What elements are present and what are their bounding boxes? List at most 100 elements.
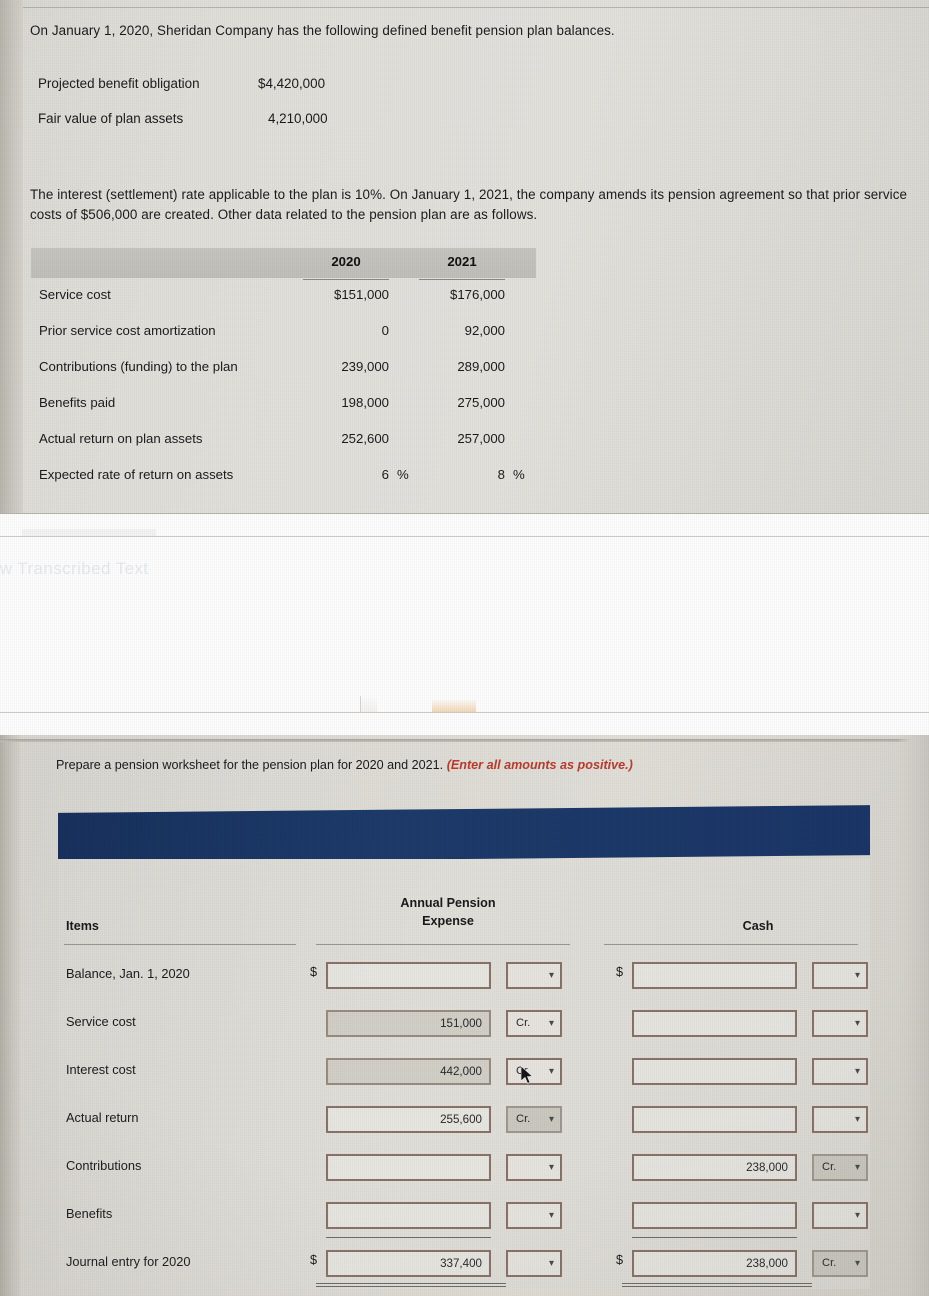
select-value: Cr. bbox=[516, 1113, 531, 1125]
row-value-2021: 92,000 bbox=[464, 323, 505, 338]
input-cash-benefits[interactable] bbox=[632, 1202, 797, 1229]
projected-benefit-obligation-value: $4,420,000 bbox=[258, 76, 326, 91]
row-label: Benefits bbox=[66, 1206, 113, 1221]
ghost-artifact-left bbox=[360, 696, 377, 713]
projected-benefit-obligation-label: Projected benefit obligation bbox=[38, 76, 200, 91]
chevron-down-icon: ▾ bbox=[854, 970, 860, 981]
mouse-cursor-icon bbox=[521, 1066, 534, 1084]
dollar-sign-ape: $ bbox=[310, 965, 318, 979]
row-label: Journal entry for 2020 bbox=[66, 1254, 191, 1269]
column-header-items: Items bbox=[66, 919, 99, 933]
chevron-down-icon: ▾ bbox=[854, 1114, 860, 1125]
input-cash-actual-return[interactable] bbox=[632, 1106, 797, 1133]
table-row: Contributions (funding) to the plan 239,… bbox=[31, 350, 536, 386]
select-cash-actual-return[interactable]: ▾ bbox=[812, 1106, 868, 1133]
select-cash-interest-cost[interactable]: ▾ bbox=[812, 1058, 868, 1085]
fair-value-plan-assets-label: Fair value of plan assets bbox=[38, 111, 184, 126]
header-rule-ape bbox=[316, 944, 570, 945]
total-double-rule-cash-bottom bbox=[622, 1286, 812, 1287]
worksheet-row-journal-entry: Journal entry for 2020 $ 337,400 ▾ $ 238… bbox=[58, 1240, 870, 1288]
input-cash-balance[interactable] bbox=[632, 962, 797, 989]
input-cash-interest-cost[interactable] bbox=[632, 1058, 797, 1085]
chevron-down-icon: ▾ bbox=[548, 970, 554, 981]
row-value-2021: 289,000 bbox=[457, 359, 505, 374]
worksheet-row-interest-cost: Interest cost 442,000 Cr. ▾ ▾ bbox=[58, 1048, 870, 1096]
row-value-2020: 6 bbox=[381, 467, 389, 482]
header-rule-items bbox=[64, 944, 296, 945]
input-cash-service-cost[interactable] bbox=[632, 1010, 797, 1037]
input-ape-benefits[interactable] bbox=[326, 1202, 491, 1229]
row-value-2020: 198,000 bbox=[341, 395, 389, 410]
chevron-down-icon: ▾ bbox=[854, 1210, 860, 1221]
select-cash-contributions[interactable]: Cr. ▾ bbox=[812, 1154, 868, 1181]
input-ape-balance[interactable] bbox=[326, 962, 491, 989]
row-value-2020: $151,000 bbox=[333, 287, 389, 302]
row-label: Actual return on plan assets bbox=[39, 431, 203, 446]
select-ape-journal-entry[interactable]: ▾ bbox=[506, 1250, 562, 1277]
dollar-sign-cash: $ bbox=[616, 965, 624, 979]
select-cash-journal-entry[interactable]: Cr. ▾ bbox=[812, 1250, 868, 1277]
chevron-down-icon: ▾ bbox=[854, 1066, 860, 1077]
dollar-sign-cash: $ bbox=[616, 1253, 624, 1267]
select-value: Cr. bbox=[822, 1257, 837, 1269]
worksheet-row-actual-return: Actual return 255,600 Cr. ▾ ▾ bbox=[58, 1096, 870, 1144]
chevron-down-icon: ▾ bbox=[548, 1258, 554, 1269]
input-ape-actual-return[interactable]: 255,600 bbox=[326, 1106, 491, 1133]
row-label: Balance, Jan. 1, 2020 bbox=[66, 966, 190, 981]
row-label: Contributions (funding) to the plan bbox=[39, 359, 238, 374]
worksheet-clipped-right-edge bbox=[897, 735, 929, 1296]
select-ape-service-cost[interactable]: Cr. ▾ bbox=[506, 1010, 562, 1037]
select-ape-contributions[interactable]: ▾ bbox=[506, 1154, 562, 1181]
select-cash-service-cost[interactable]: ▾ bbox=[812, 1010, 868, 1037]
panel-separator-gap: ow Transcribed Text bbox=[0, 513, 929, 735]
data-table-header-row: 2020 2021 bbox=[31, 248, 536, 280]
chevron-down-icon: ▾ bbox=[854, 1018, 860, 1029]
worksheet-instruction-main: Prepare a pension worksheet for the pens… bbox=[56, 758, 444, 772]
row-label: Expected rate of return on assets bbox=[39, 467, 234, 482]
ghost-artifact-right bbox=[432, 699, 476, 713]
row-value-2020: 0 bbox=[381, 323, 389, 338]
worksheet-instruction: Prepare a pension worksheet for the pens… bbox=[56, 758, 906, 772]
pension-data-table: 2020 2021 Service cost $151,000 $176,000… bbox=[31, 248, 536, 494]
row-value-2021: 275,000 bbox=[457, 395, 505, 410]
header-rule-cash bbox=[604, 944, 858, 945]
chevron-down-icon: ▾ bbox=[854, 1258, 860, 1269]
chevron-down-icon: ▾ bbox=[548, 1066, 554, 1077]
input-cash-contributions[interactable]: 238,000 bbox=[632, 1154, 797, 1181]
row-percent-2021: % bbox=[513, 467, 525, 482]
subtotal-rule-ape bbox=[326, 1237, 491, 1238]
worksheet-row-service-cost: Service cost 151,000 Cr. ▾ ▾ bbox=[58, 1000, 870, 1048]
column-header-ape-line1: Annual Pension bbox=[400, 896, 496, 910]
total-double-rule-cash-top bbox=[622, 1283, 812, 1284]
gap-divider-top bbox=[0, 513, 929, 514]
input-ape-journal-entry[interactable]: 337,400 bbox=[326, 1250, 491, 1277]
row-label: Service cost bbox=[39, 287, 111, 302]
row-label: Contributions bbox=[66, 1158, 142, 1173]
worksheet-panel-top-edge bbox=[0, 739, 929, 742]
row-value-2021: 257,000 bbox=[457, 431, 505, 446]
row-label: Interest cost bbox=[66, 1062, 136, 1077]
row-label: Actual return bbox=[66, 1110, 139, 1125]
chevron-down-icon: ▾ bbox=[548, 1018, 554, 1029]
gap-divider-second bbox=[0, 536, 929, 537]
input-ape-service-cost[interactable]: 151,000 bbox=[326, 1010, 491, 1037]
intro-sentence: On January 1, 2020, Sheridan Company has… bbox=[30, 23, 615, 38]
row-percent-2020: % bbox=[397, 467, 409, 482]
column-header-cash: Cash bbox=[742, 919, 774, 933]
subtotal-rule-cash bbox=[632, 1237, 797, 1238]
table-row: Service cost $151,000 $176,000 bbox=[31, 278, 536, 314]
select-cash-balance[interactable]: ▾ bbox=[812, 962, 868, 989]
row-value-2020: 252,600 bbox=[341, 431, 389, 446]
select-ape-balance[interactable]: ▾ bbox=[506, 962, 562, 989]
input-ape-interest-cost[interactable]: 442,000 bbox=[326, 1058, 491, 1085]
worksheet-row-balance: Balance, Jan. 1, 2020 $ ▾ $ ▾ bbox=[58, 952, 870, 1000]
worksheet-table: Items Annual Pension Expense Cash Balanc… bbox=[58, 859, 870, 1289]
input-cash-journal-entry[interactable]: 238,000 bbox=[632, 1250, 797, 1277]
select-ape-actual-return[interactable]: Cr. ▾ bbox=[506, 1106, 562, 1133]
row-value-2021: 8 bbox=[497, 467, 505, 482]
table-row: Actual return on plan assets 252,600 257… bbox=[31, 422, 536, 458]
select-ape-benefits[interactable]: ▾ bbox=[506, 1202, 562, 1229]
input-ape-contributions[interactable] bbox=[326, 1154, 491, 1181]
dollar-sign-ape: $ bbox=[310, 1253, 318, 1267]
select-cash-benefits[interactable]: ▾ bbox=[812, 1202, 868, 1229]
